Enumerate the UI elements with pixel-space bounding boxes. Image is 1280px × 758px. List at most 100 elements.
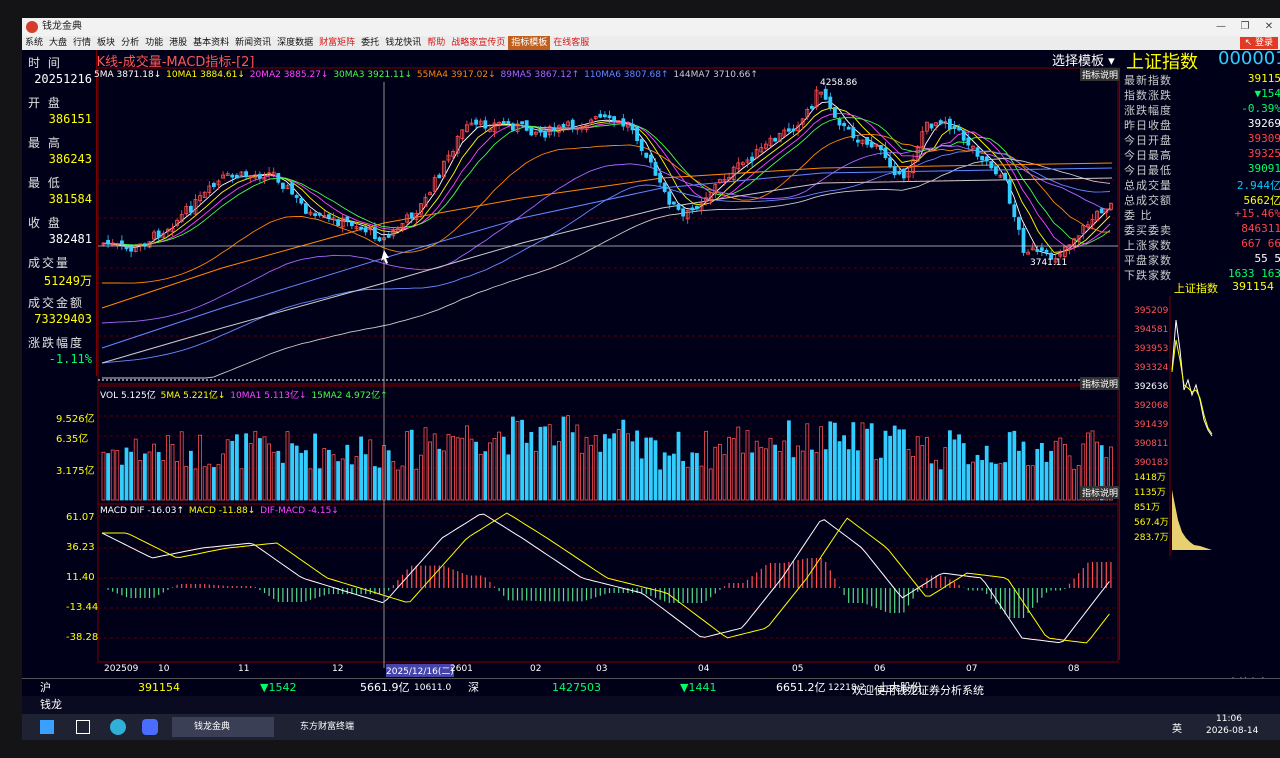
volume-bar	[1017, 450, 1021, 501]
macd-tick-2: 11.40	[66, 572, 95, 583]
start-icon[interactable]	[40, 720, 54, 734]
macd-legend: MACD DIF -16.03↑ MACD -11.88↓ DIF-MACD -…	[100, 506, 341, 516]
volume-bar	[345, 444, 350, 501]
volume-bar	[460, 437, 465, 501]
volume-bar	[943, 447, 948, 501]
sh-amount: 5661.9亿	[360, 681, 410, 694]
volume-bar	[552, 445, 557, 501]
volume-bar	[377, 467, 382, 501]
ime-indicator[interactable]: 英	[1172, 720, 1182, 735]
candle	[313, 213, 318, 216]
volume-bar	[129, 451, 133, 501]
candle	[386, 234, 391, 238]
info-label-8: 总成交额	[1124, 194, 1172, 207]
volume-bar	[994, 463, 998, 501]
candle	[662, 182, 667, 192]
info-label-3: 昨日收盘	[1124, 119, 1172, 132]
ma-legend-item-0: 5MA 3871.18↓	[94, 70, 165, 80]
info-value-3: 39269	[1247, 117, 1280, 130]
volume-bar	[906, 449, 911, 501]
price-high-label: 4258.86	[820, 78, 858, 88]
volume-bar	[216, 464, 221, 501]
volume-bar	[336, 461, 341, 501]
time-tick-10: 06	[874, 664, 886, 674]
volume-bar	[589, 444, 593, 501]
ma-line-144	[101, 177, 1113, 364]
candle	[345, 216, 350, 222]
volume-bar	[704, 430, 708, 501]
bottom-bar: 钱龙 欢迎使用钱龙证券分析系统	[22, 684, 1280, 714]
volume-bar	[124, 447, 129, 501]
volume-bar	[529, 431, 534, 501]
candle	[676, 204, 681, 210]
volume-bar	[271, 451, 276, 501]
index-info-panel: 最新指数 39115 指数涨跌 ▼154 涨跌幅度 -0.39% 昨日收盘 39269 今日开盘…	[1119, 72, 1280, 284]
ma-line-4	[102, 133, 1111, 284]
volume-bar	[833, 422, 837, 501]
clock-date[interactable]: 2026-08-14	[1206, 726, 1258, 736]
candle	[326, 214, 331, 219]
volume-bar	[363, 454, 368, 501]
candle	[695, 205, 699, 210]
volume-bar	[446, 433, 451, 501]
volume-bar	[644, 437, 649, 501]
mini-intraday-chart[interactable]	[1120, 280, 1280, 660]
time-tick-3: 12	[332, 664, 344, 674]
volume-bar	[980, 460, 984, 501]
status-bar: 沪 391154 ▼1542 5661.9亿 10611.0 深 1427503…	[22, 678, 1280, 697]
ma-line-2	[101, 112, 1111, 250]
clock-time[interactable]: 11:06	[1216, 714, 1242, 724]
candle	[639, 138, 644, 152]
volume-bar	[782, 440, 787, 501]
candle	[1040, 247, 1044, 251]
candle	[257, 173, 262, 179]
volume-bar	[911, 455, 915, 501]
taskbar-app-qianlong[interactable]: 钱龙金典	[172, 717, 274, 737]
volume-bar	[414, 468, 419, 501]
candle	[948, 118, 952, 130]
candle	[672, 201, 676, 205]
vol-tick-1: 6.35亿	[56, 434, 89, 445]
info-value-4: 39309	[1247, 132, 1280, 145]
candle	[929, 123, 934, 129]
volume-bar	[184, 466, 189, 501]
volume-bar	[929, 463, 934, 501]
candle	[1021, 227, 1026, 253]
volume-bar	[874, 459, 879, 501]
indicator-desc-link[interactable]: 指标说明	[1080, 68, 1121, 81]
info-value-7: 2.944亿	[1236, 179, 1280, 192]
volume-bar	[915, 436, 920, 501]
indicator-desc-link-macd[interactable]: 指标说明	[1080, 486, 1121, 499]
taskbar-app-eastmoney[interactable]: 东方财富终端	[278, 717, 386, 737]
ma-legend-item-6: 110MA6 3807.68↑	[584, 70, 672, 80]
volume-bar	[253, 430, 258, 501]
volume-bar	[1003, 462, 1007, 501]
volume-bar	[1035, 448, 1040, 501]
macd-legend-item-2: DIF-MACD -4.15↓	[260, 506, 339, 516]
ai-icon[interactable]	[142, 719, 158, 735]
candle	[750, 156, 754, 162]
volume-bar	[372, 466, 377, 501]
candle	[1099, 208, 1104, 214]
volume-bar	[561, 416, 566, 501]
candle	[1017, 217, 1021, 230]
info-value-6: 39091	[1247, 162, 1280, 175]
volume-bar	[230, 440, 235, 501]
main-chart[interactable]	[22, 18, 1280, 696]
volume-bar	[658, 469, 662, 501]
edge-icon[interactable]	[110, 719, 126, 735]
volume-bar	[487, 442, 492, 501]
volume-bar	[727, 436, 731, 501]
volume-bar	[441, 450, 446, 501]
time-tick-4: 2025/12/16(二)	[386, 664, 454, 677]
volume-bar	[313, 433, 318, 501]
volume-bar	[773, 444, 777, 501]
info-label-0: 最新指数	[1124, 74, 1172, 87]
volume-bar	[267, 443, 272, 501]
volume-bar	[483, 451, 488, 501]
indicator-desc-link-vol[interactable]: 指标说明	[1080, 377, 1121, 390]
candle	[552, 127, 557, 132]
ma-legend: 5MA 3871.18↓ 10MA1 3884.61↓ 20MA2 3885.2…	[94, 70, 760, 80]
volume-bar	[492, 438, 497, 501]
task-view-icon[interactable]	[76, 720, 90, 734]
